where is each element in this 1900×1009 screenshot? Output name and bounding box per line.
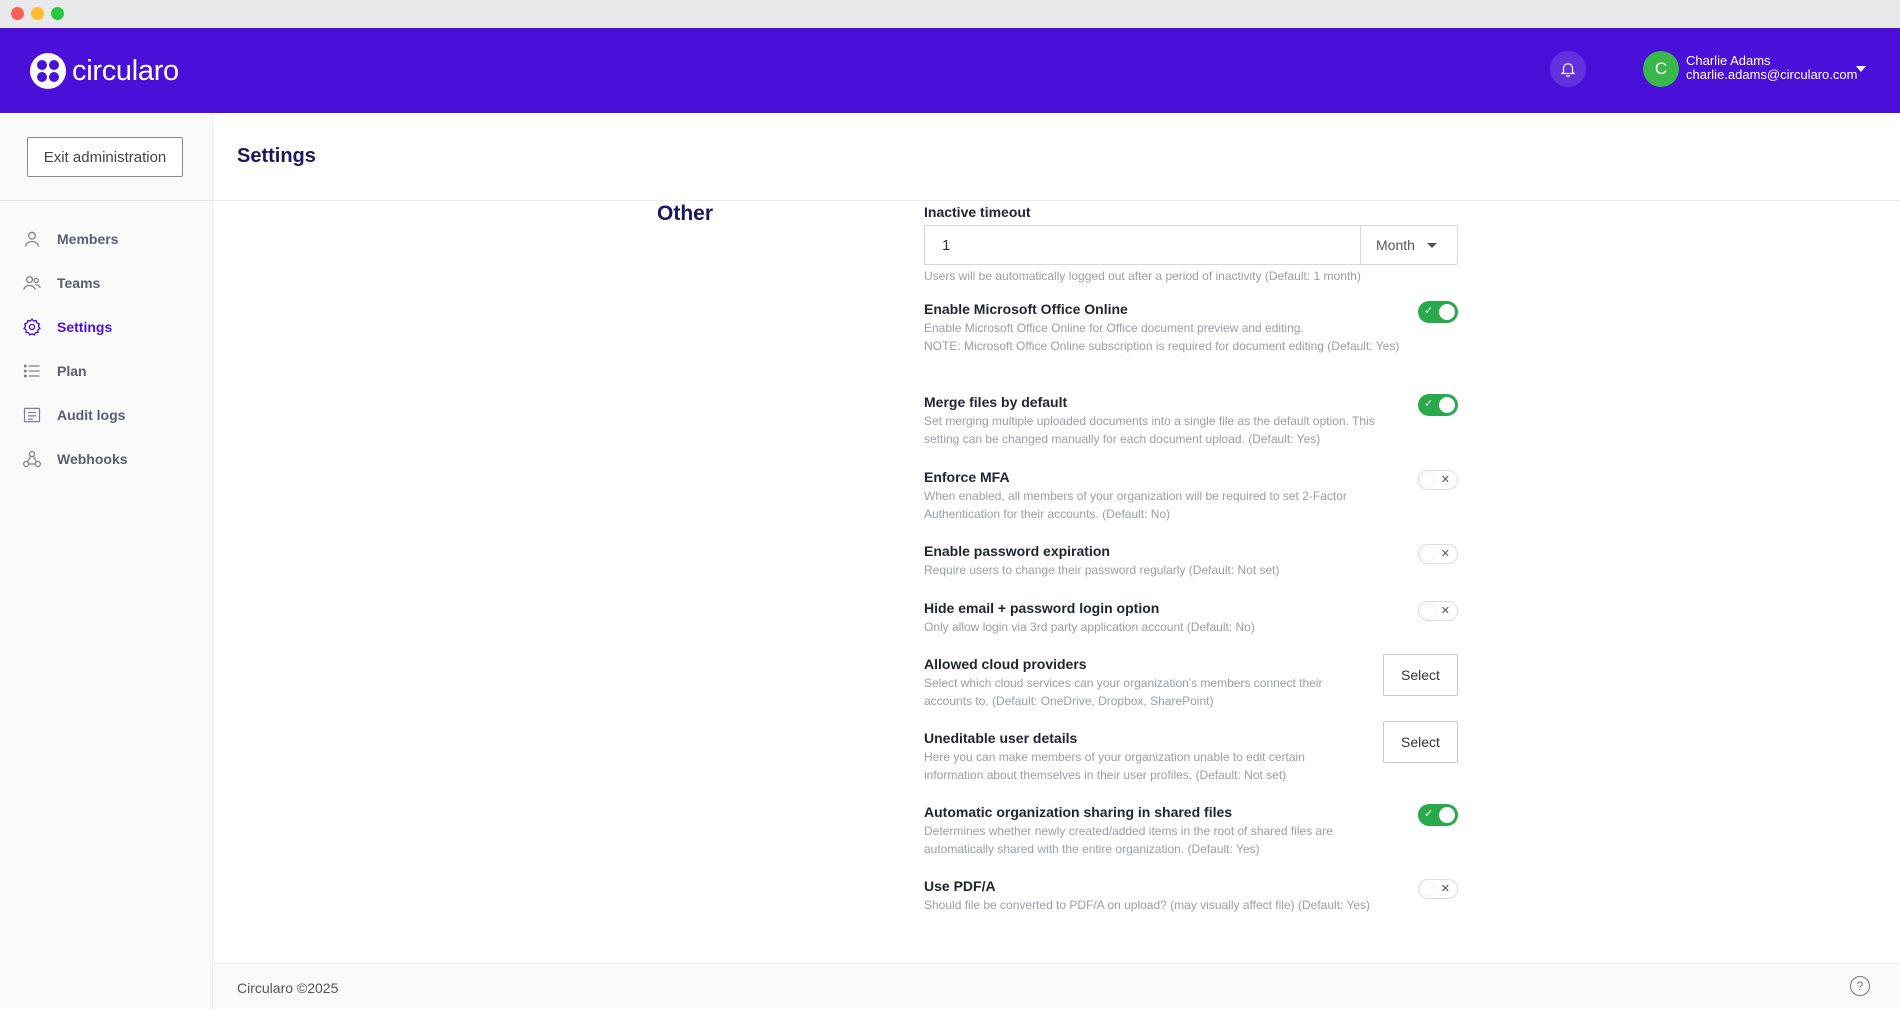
uneditable-details-select-button[interactable]: Select <box>1383 721 1458 763</box>
footer: Circularo ©2025 ? <box>213 963 1900 1009</box>
timeout-unit-value: Month <box>1376 237 1415 253</box>
close-icon: ✕ <box>1440 605 1450 617</box>
setting-description: Only allow login via 3rd party applicati… <box>924 620 1255 634</box>
user-email: charlie.adams@circularo.com <box>1686 67 1858 82</box>
timeout-unit-select[interactable]: Month <box>1360 226 1457 264</box>
maximize-window-button[interactable] <box>51 7 64 20</box>
enforce-mfa-toggle[interactable]: ✕ <box>1418 470 1458 490</box>
auto-sharing-toggle[interactable]: ✓ <box>1418 804 1458 826</box>
check-icon: ✓ <box>1424 398 1434 410</box>
webhook-icon <box>23 450 41 468</box>
app-name: circularo <box>72 54 179 87</box>
setting-pdfa: Use PDF/A Should file be converted to PD… <box>924 878 1458 914</box>
sidebar-item-audit-logs[interactable]: Audit logs <box>0 393 213 437</box>
sidebar-item-label: Teams <box>57 275 101 291</box>
setting-description: When enabled, all members of your organi… <box>924 489 1347 521</box>
setting-label: Enable Microsoft Office Online <box>924 301 1128 317</box>
setting-uneditable-details: Uneditable user details Here you can mak… <box>924 721 1458 784</box>
setting-hide-email-login: Hide email + password login option Only … <box>924 600 1458 636</box>
user-menu[interactable]: Charlie Adams charlie.adams@circularo.co… <box>1686 54 1857 82</box>
close-window-button[interactable] <box>11 7 24 20</box>
gear-icon <box>23 318 41 336</box>
office-online-toggle[interactable]: ✓ <box>1418 301 1458 323</box>
sidebar-item-members[interactable]: Members <box>0 217 213 261</box>
setting-description: Here you can make members of your organi… <box>924 750 1305 782</box>
setting-description: Set merging multiple uploaded documents … <box>924 414 1375 446</box>
app-logo[interactable]: circularo <box>30 53 179 89</box>
setting-label: Use PDF/A <box>924 878 996 894</box>
top-bar: circularo C Charlie Adams charlie.adams@… <box>0 28 1900 113</box>
cloud-providers-select-button[interactable]: Select <box>1383 654 1458 696</box>
password-expiration-toggle[interactable]: ✕ <box>1418 544 1458 564</box>
close-icon: ✕ <box>1440 883 1450 895</box>
sidebar-nav: Members Teams Settings Plan Audit logs W… <box>0 217 213 481</box>
close-icon: ✕ <box>1440 548 1450 560</box>
sidebar-item-label: Plan <box>57 363 87 379</box>
setting-description: Determines whether newly created/added i… <box>924 824 1333 856</box>
sidebar-item-label: Webhooks <box>57 451 128 467</box>
sidebar: Exit administration Members Teams Settin… <box>0 113 213 1009</box>
setting-description: Enable Microsoft Office Online for Offic… <box>924 321 1400 353</box>
check-icon: ✓ <box>1424 808 1434 820</box>
chevron-down-icon[interactable] <box>1856 66 1866 72</box>
setting-inactive-timeout: Inactive timeout Month Users will be aut… <box>924 204 1458 285</box>
chevron-down-icon <box>1426 242 1437 248</box>
sidebar-item-webhooks[interactable]: Webhooks <box>0 437 213 481</box>
timeout-field: Month <box>924 225 1458 265</box>
setting-description: Users will be automatically logged out a… <box>924 269 1361 283</box>
close-icon: ✕ <box>1440 474 1450 486</box>
user-icon <box>24 231 40 247</box>
merge-files-toggle[interactable]: ✓ <box>1418 394 1458 416</box>
bell-icon <box>1560 63 1576 78</box>
notifications-button[interactable] <box>1550 51 1586 87</box>
sidebar-item-plan[interactable]: Plan <box>0 349 213 393</box>
page-header: Settings <box>213 113 1900 201</box>
users-icon <box>23 276 41 290</box>
setting-label: Allowed cloud providers <box>924 656 1087 672</box>
setting-office-online: Enable Microsoft Office Online Enable Mi… <box>924 301 1458 355</box>
hide-email-login-toggle[interactable]: ✕ <box>1418 601 1458 621</box>
sidebar-item-label: Members <box>57 231 119 247</box>
minimize-window-button[interactable] <box>31 7 44 20</box>
check-icon: ✓ <box>1424 305 1434 317</box>
setting-password-expiration: Enable password expiration Require users… <box>924 543 1458 579</box>
list-icon <box>23 364 40 378</box>
timeout-value-input[interactable] <box>925 226 1360 264</box>
sidebar-item-teams[interactable]: Teams <box>0 261 213 305</box>
setting-label: Uneditable user details <box>924 730 1078 746</box>
setting-label: Inactive timeout <box>924 204 1031 220</box>
setting-label: Enable password expiration <box>924 543 1110 559</box>
help-icon[interactable]: ? <box>1850 976 1870 996</box>
setting-description: Require users to change their password r… <box>924 563 1280 577</box>
avatar[interactable]: C <box>1643 51 1679 87</box>
page-title: Settings <box>237 145 316 167</box>
sidebar-item-settings[interactable]: Settings <box>0 305 213 349</box>
divider <box>0 200 213 201</box>
window-chrome <box>0 0 1900 28</box>
setting-label: Hide email + password login option <box>924 600 1160 616</box>
log-icon <box>23 407 41 423</box>
sidebar-item-label: Audit logs <box>57 407 126 423</box>
footer-copyright: Circularo ©2025 <box>237 980 339 996</box>
setting-label: Automatic organization sharing in shared… <box>924 804 1233 820</box>
user-name: Charlie Adams <box>1686 53 1771 68</box>
setting-description: Should file be converted to PDF/A on upl… <box>924 898 1371 912</box>
setting-merge-files: Merge files by default Set merging multi… <box>924 394 1458 448</box>
circularo-logo-icon <box>30 53 66 89</box>
exit-administration-button[interactable]: Exit administration <box>27 137 183 177</box>
sidebar-item-label: Settings <box>57 319 113 335</box>
setting-cloud-providers: Allowed cloud providers Select which clo… <box>924 654 1458 710</box>
setting-enforce-mfa: Enforce MFA When enabled, all members of… <box>924 469 1458 523</box>
setting-auto-sharing: Automatic organization sharing in shared… <box>924 804 1458 858</box>
setting-label: Merge files by default <box>924 394 1068 410</box>
pdfa-toggle[interactable]: ✕ <box>1418 879 1458 899</box>
section-title: Other <box>657 202 714 225</box>
setting-description: Select which cloud services can your org… <box>924 676 1323 708</box>
setting-label: Enforce MFA <box>924 469 1010 485</box>
